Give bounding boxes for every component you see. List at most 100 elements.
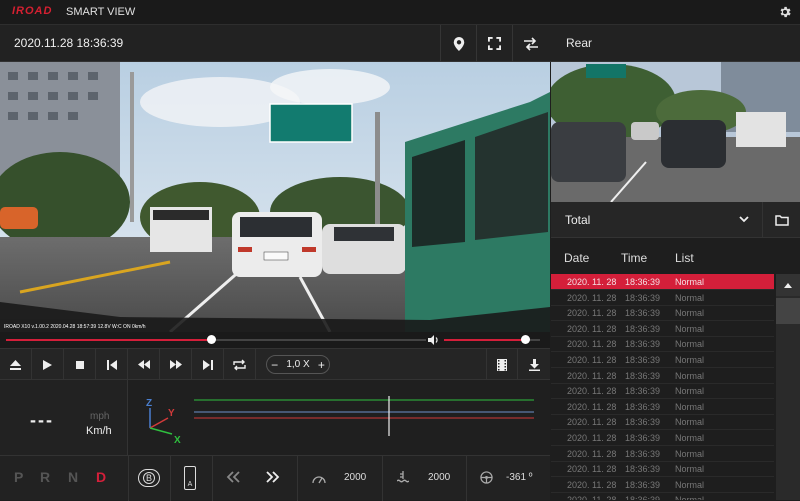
- double-chevron-left-icon: [226, 471, 240, 483]
- list-item[interactable]: 2020. 11. 28 18:36:39 Normal: [551, 336, 774, 353]
- gear-p: P: [14, 469, 24, 485]
- rewind-section-button[interactable]: [226, 470, 240, 488]
- row-date: 2020. 11. 28: [567, 448, 617, 459]
- file-list-header: Date Time List: [551, 238, 800, 274]
- speed-unit-mph[interactable]: mph: [90, 411, 109, 422]
- row-date: 2020. 11. 28: [567, 479, 617, 490]
- gear-n: N: [68, 469, 79, 485]
- recording-datetime: 2020.11.28 18:36:39: [14, 36, 124, 50]
- row-time: 18:36:39: [625, 370, 661, 381]
- column-date[interactable]: Date: [564, 251, 589, 265]
- row-type: Normal: [675, 355, 705, 365]
- x-axis-label: X: [174, 435, 181, 446]
- rear-camera-video[interactable]: [551, 62, 800, 202]
- fast-forward-button[interactable]: [160, 349, 192, 380]
- g-sensor-graph: Z Y X: [128, 380, 550, 455]
- double-chevron-right-icon: [266, 471, 280, 483]
- list-item[interactable]: 2020. 11. 28 18:36:39 Normal: [551, 430, 774, 446]
- volume-icon[interactable]: [428, 335, 440, 345]
- second-gauge-value: 2000: [428, 472, 451, 483]
- row-type: Normal: [675, 495, 704, 500]
- list-item[interactable]: 2020. 11. 28 18:36:39 Normal: [551, 477, 774, 493]
- list-item[interactable]: 2020. 11. 28 18:36:39 Normal: [551, 399, 774, 415]
- row-time: 18:36:39: [625, 401, 661, 412]
- open-folder-button[interactable]: [763, 202, 800, 238]
- next-file-button[interactable]: [192, 349, 224, 380]
- steering-wheel-icon: [480, 471, 493, 484]
- column-time[interactable]: Time: [621, 251, 647, 265]
- speed-unit-kmh[interactable]: Km/h: [86, 425, 112, 437]
- row-date: 2020. 11. 28: [567, 370, 617, 381]
- seek-handle[interactable]: [207, 335, 217, 344]
- rear-camera-label: Rear: [566, 36, 593, 50]
- row-time: 18:36:39: [625, 355, 661, 365]
- list-item[interactable]: 2020. 11. 28 18:36:39 Normal: [551, 383, 774, 400]
- skip-next-icon: [202, 359, 213, 370]
- file-list-scrollbar[interactable]: [776, 274, 800, 500]
- rear-video-frame: [551, 62, 800, 202]
- row-time: 18:36:39: [625, 464, 661, 475]
- rewind-button[interactable]: [128, 349, 160, 380]
- row-type: Normal: [675, 277, 705, 287]
- download-icon: [528, 358, 540, 371]
- folder-icon: [774, 214, 789, 226]
- tachometer-icon: [312, 476, 326, 484]
- row-date: 2020. 11. 28: [567, 495, 616, 500]
- repeat-icon: [233, 359, 246, 370]
- swap-view-button[interactable]: [512, 25, 548, 62]
- gear-icon[interactable]: [778, 5, 792, 19]
- caret-up-icon: [784, 282, 792, 288]
- g-sensor-plot[interactable]: [194, 392, 534, 452]
- list-item[interactable]: 2020. 11. 28 18:36:39 Normal: [551, 305, 774, 322]
- list-item[interactable]: 2020. 11. 28 18:36:39 Normal: [551, 290, 774, 306]
- list-item[interactable]: 2020. 11. 28 18:36:39 Normal: [551, 368, 774, 384]
- axis-indicator: Z Y X: [146, 398, 181, 446]
- volume-handle[interactable]: [521, 335, 531, 344]
- y-axis-label: Y: [168, 408, 175, 419]
- row-date: 2020. 11. 28: [567, 323, 617, 334]
- row-date: 2020. 11. 28: [567, 417, 617, 428]
- engine-temp-icon: [397, 471, 409, 483]
- title-bar: IROAD SMART VIEW: [0, 0, 800, 25]
- stop-button[interactable]: [64, 349, 96, 380]
- row-type: Normal: [675, 464, 705, 475]
- z-axis-label: Z: [146, 398, 152, 409]
- file-filter-bar: Total: [551, 202, 800, 238]
- list-item[interactable]: 2020. 11. 28 18:36:39 Normal: [551, 321, 774, 337]
- row-time: 18:36:39: [625, 479, 661, 490]
- row-time: 18:36:39: [625, 308, 661, 319]
- download-button[interactable]: [518, 349, 550, 380]
- fullscreen-icon: [488, 37, 501, 50]
- forward-section-button[interactable]: [266, 470, 280, 488]
- repeat-button[interactable]: [224, 349, 256, 380]
- play-button[interactable]: [32, 349, 64, 380]
- previous-file-button[interactable]: [96, 349, 128, 380]
- front-camera-video[interactable]: IROAD X10 v.1.00.2 2020.04.28 18:57:39 1…: [0, 62, 550, 332]
- row-time: 18:36:39: [625, 323, 661, 334]
- row-type: Normal: [675, 417, 705, 428]
- filter-dropdown[interactable]: Total: [551, 202, 763, 238]
- list-item[interactable]: 2020. 11. 28 18:36:39 Normal: [551, 352, 774, 368]
- row-time: 18:36:39: [625, 495, 660, 500]
- speed-decrease-button[interactable]: −: [271, 358, 278, 372]
- list-item[interactable]: 2020. 11. 28 18:36:39 Normal: [551, 461, 774, 478]
- scroll-thumb[interactable]: [776, 298, 800, 324]
- speed-increase-button[interactable]: +: [318, 358, 325, 372]
- speed-panel: --- mph Km/h: [0, 380, 128, 455]
- brake-label: B: [143, 472, 155, 484]
- list-item[interactable]: 2020. 11. 28 18:36:39 Normal: [551, 446, 774, 462]
- row-date: 2020. 11. 28: [567, 401, 617, 412]
- list-item[interactable]: 2020. 11. 28 18:36:39 Normal: [551, 414, 774, 431]
- fullscreen-button[interactable]: [476, 25, 512, 62]
- list-item[interactable]: 2020. 11. 28 18:36:39 Normal: [551, 274, 774, 290]
- capture-frame-button[interactable]: [486, 349, 518, 380]
- row-type: Normal: [675, 370, 705, 381]
- speed-value: ---: [30, 410, 54, 430]
- eject-button[interactable]: [0, 349, 32, 380]
- play-icon: [43, 359, 52, 370]
- location-button[interactable]: [440, 25, 476, 62]
- list-item[interactable]: 2020. 11. 28 18:36:39 Normal: [551, 492, 774, 500]
- scroll-up-button[interactable]: [776, 274, 800, 296]
- stop-icon: [75, 360, 84, 369]
- column-list[interactable]: List: [675, 251, 694, 265]
